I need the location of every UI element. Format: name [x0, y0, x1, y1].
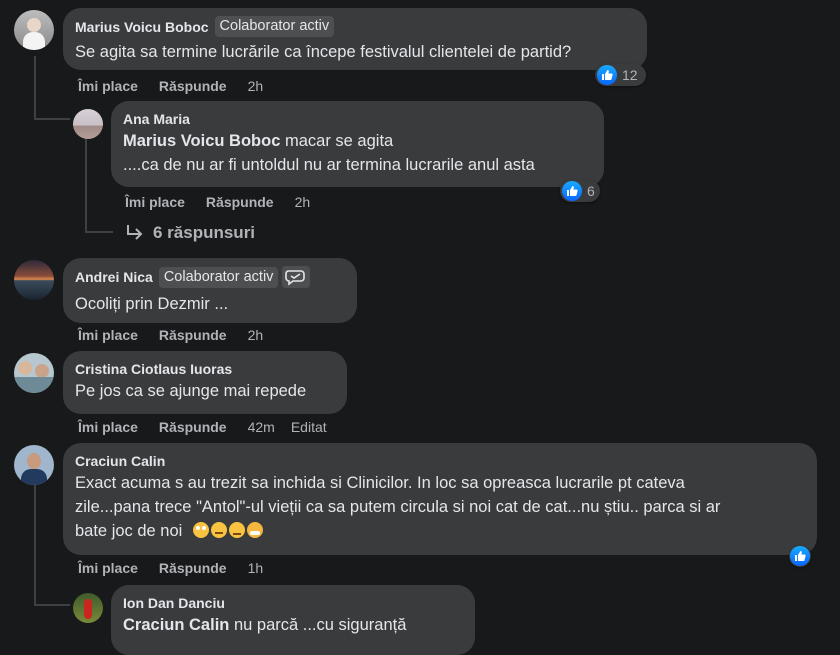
avatar[interactable] — [14, 260, 54, 300]
comment-actions: Îmi place Răspunde 2h — [78, 326, 284, 344]
comment-author[interactable]: Ion Dan Danciu — [123, 593, 463, 613]
like-reaction[interactable] — [789, 545, 811, 567]
reply-button[interactable]: Răspunde — [159, 560, 227, 576]
comment-text: Se agita sa termine lucrările ca începe … — [75, 43, 572, 61]
thread-line — [34, 485, 36, 605]
comment-text: macar se agita — [284, 132, 394, 150]
reply-button[interactable]: Răspunde — [206, 194, 274, 210]
comment-author[interactable]: Marius Voicu Boboc — [75, 18, 209, 36]
comment-bubble: Andrei Nica Colaborator activ Ocoliți pri… — [63, 258, 357, 323]
comment-text: Pe jos ca se ajunge mai repede — [75, 382, 307, 400]
unamused-face-icon — [228, 522, 245, 538]
like-button[interactable]: Îmi place — [78, 327, 138, 343]
face-with-rolling-eyes-icon — [192, 522, 209, 538]
like-reaction-icon — [562, 181, 582, 201]
comment-actions: Îmi place Răspunde 1h — [78, 559, 284, 577]
mention-link[interactable]: Marius Voicu Boboc — [123, 132, 280, 150]
avatar[interactable] — [14, 445, 54, 485]
edited-label[interactable]: Editat — [291, 419, 327, 435]
reply-button[interactable]: Răspunde — [159, 327, 227, 343]
comment-text: nu parcă ...cu siguranță — [233, 616, 407, 634]
like-reaction-icon — [790, 546, 810, 566]
reaction-count[interactable]: 12 — [595, 64, 646, 86]
thread-line — [34, 56, 36, 120]
timestamp[interactable]: 2h — [248, 327, 264, 343]
comment-author[interactable]: Craciun Calin — [75, 451, 805, 471]
avatar[interactable] — [14, 353, 54, 393]
comment-author[interactable]: Cristina Ciotlaus Iuoras — [75, 359, 335, 379]
persevering-face-icon — [246, 522, 263, 538]
thread-branch — [34, 604, 70, 606]
comment-actions: Îmi place Răspunde 42m Editat — [78, 418, 327, 436]
chat-bubble-icon[interactable] — [282, 266, 311, 288]
comment-bubble: Ion Dan Danciu Craciun Calin nu parcă ..… — [111, 585, 475, 655]
timestamp[interactable]: 2h — [248, 78, 264, 94]
comment-text: Ocoliți prin Dezmir ... — [75, 295, 229, 313]
comment-bubble: Marius Voicu Boboc Colaborator activ Se a… — [63, 8, 647, 70]
like-button[interactable]: Îmi place — [78, 419, 138, 435]
reply-arrow-icon — [127, 225, 143, 240]
reaction-count[interactable]: 6 — [560, 180, 600, 202]
like-button[interactable]: Îmi place — [78, 78, 138, 94]
comment-bubble: Cristina Ciotlaus Iuoras Pe jos ca se aj… — [63, 351, 347, 414]
comment-actions: Îmi place Răspunde 2h — [125, 193, 331, 211]
reply-button[interactable]: Răspunde — [159, 419, 227, 435]
avatar[interactable] — [73, 109, 103, 139]
sad-face-icon — [210, 522, 227, 538]
like-reaction-icon — [597, 65, 617, 85]
thread-branch — [85, 231, 113, 233]
timestamp[interactable]: 2h — [295, 194, 311, 210]
timestamp[interactable]: 1h — [248, 560, 264, 576]
comment-text: bate joc de noi — [75, 522, 183, 540]
avatar[interactable] — [14, 10, 54, 50]
like-button[interactable]: Îmi place — [78, 560, 138, 576]
comment-bubble: Ana Maria Marius Voicu Boboc macar se ag… — [111, 101, 604, 187]
comment-text: Exact acuma s au trezit sa inchida si Cl… — [75, 474, 685, 492]
comment-text: ....ca de nu ar fi untoldul nu ar termin… — [123, 156, 535, 174]
contributor-badge[interactable]: Colaborator activ — [214, 16, 335, 37]
avatar[interactable] — [73, 593, 103, 623]
reply-button[interactable]: Răspunde — [159, 78, 227, 94]
contributor-badge[interactable]: Colaborator activ — [158, 266, 279, 288]
view-replies-link[interactable]: 6 răspunsuri — [125, 223, 255, 243]
like-button[interactable]: Îmi place — [125, 194, 185, 210]
comment-text: zile...pana trece "Antol"-ul vieții ca s… — [75, 498, 721, 516]
thread-branch — [34, 118, 70, 120]
thread-line — [85, 137, 87, 232]
comment-actions: Îmi place Răspunde 2h — [78, 77, 284, 95]
timestamp[interactable]: 42m — [248, 419, 275, 435]
comment-bubble: Craciun Calin Exact acuma s au trezit sa… — [63, 443, 817, 555]
comment-author[interactable]: Andrei Nica — [75, 268, 153, 286]
comment-author[interactable]: Ana Maria — [123, 109, 592, 129]
mention-link[interactable]: Craciun Calin — [123, 616, 229, 634]
